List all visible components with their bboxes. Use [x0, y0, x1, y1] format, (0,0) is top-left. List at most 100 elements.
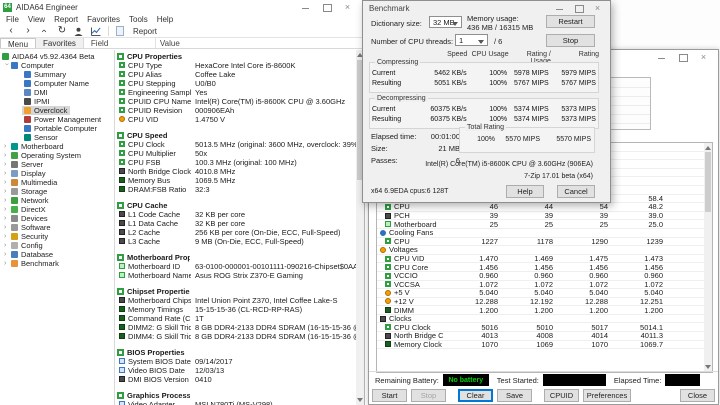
minimize-icon[interactable] — [657, 53, 666, 62]
tree-item-operating-system[interactable]: › Operating System — [0, 151, 114, 160]
scroll-down-icon[interactable] — [705, 365, 711, 369]
tab-favorites[interactable]: Favorites — [36, 38, 83, 48]
sensor-scrollbar[interactable] — [704, 143, 712, 372]
tree-item-multimedia[interactable]: › Multimedia — [0, 178, 114, 187]
expander-icon[interactable]: › — [4, 151, 9, 160]
expander-icon[interactable]: › — [2, 63, 11, 68]
tree-item-security[interactable]: › Security — [0, 232, 114, 241]
back-icon[interactable]: ‹ — [6, 26, 16, 36]
cpuid-button[interactable]: CPUID — [544, 389, 579, 402]
forward-icon[interactable]: › — [23, 26, 33, 36]
tree-root[interactable]: AIDA64 v5.92.4364 Beta — [0, 52, 114, 61]
grid-row[interactable]: Video BIOS Date 12/03/13 — [115, 366, 364, 375]
grid-row[interactable]: Command Rate (CR) 1T — [115, 314, 364, 323]
tree-item-motherboard[interactable]: › Motherboard — [0, 142, 114, 151]
tree-item-portable-computer[interactable]: Portable Computer — [0, 124, 114, 133]
save-button[interactable]: Save — [497, 389, 532, 402]
menu-file[interactable]: File — [6, 15, 19, 24]
grid-row[interactable]: CPU Multiplier 50x — [115, 149, 364, 158]
expander-icon[interactable]: › — [4, 259, 9, 268]
expander-icon[interactable]: › — [4, 214, 9, 223]
grid-row[interactable]: L1 Data Cache 32 KB per core — [115, 219, 364, 228]
menu-view[interactable]: View — [28, 15, 45, 24]
grid-row[interactable]: L2 Cache 256 KB per core (On-Die, ECC, Fu… — [115, 228, 364, 237]
close-icon[interactable] — [343, 3, 352, 12]
tree-item-power-management[interactable]: Power Management — [0, 115, 114, 124]
preferences-button[interactable]: Preferences — [583, 389, 631, 402]
tree-item-directx[interactable]: › DirectX — [0, 205, 114, 214]
grid-row[interactable]: Motherboard Chipset Intel Union Point Z37… — [115, 296, 364, 305]
stop-button[interactable]: Stop — [411, 389, 446, 402]
tree-item-overclock[interactable]: Overclock — [0, 106, 114, 115]
grid-row[interactable]: Memory Bus 1069.5 MHz — [115, 176, 364, 185]
minimize-icon[interactable] — [555, 4, 564, 13]
close-icon[interactable] — [699, 53, 708, 62]
main-titlebar[interactable]: 64 AIDA64 Engineer — [0, 0, 364, 14]
tree-item-server[interactable]: › Server — [0, 160, 114, 169]
stop-button[interactable]: Stop — [546, 34, 595, 47]
menu-help[interactable]: Help — [157, 15, 173, 24]
minimize-icon[interactable] — [301, 3, 310, 12]
up-icon[interactable]: › — [39, 26, 50, 36]
help-button[interactable]: Help — [506, 185, 544, 198]
grid-row[interactable]: CPU Alias Coffee Lake — [115, 70, 364, 79]
expander-icon[interactable]: › — [4, 187, 9, 196]
tree-item-sensor[interactable]: Sensor — [0, 133, 114, 142]
tree-item-devices[interactable]: › Devices — [0, 214, 114, 223]
tree-item-display[interactable]: › Display — [0, 169, 114, 178]
tree-item-summary[interactable]: Summary — [0, 70, 114, 79]
benchmark-titlebar[interactable]: Benchmark — [363, 1, 610, 15]
expander-icon[interactable]: › — [4, 178, 9, 187]
grid-row[interactable]: CPUID Revision 000906EAh — [115, 106, 364, 115]
grid-row[interactable]: CPU Clock 5013.5 MHz (original: 3600 MHz,… — [115, 140, 364, 149]
restart-button[interactable]: Restart — [546, 15, 595, 28]
tree-item-ipmi[interactable]: IPMI — [0, 97, 114, 106]
menu-tools[interactable]: Tools — [129, 15, 148, 24]
value-column-header[interactable]: Value — [156, 38, 180, 48]
tree-item-computer-name[interactable]: Computer Name — [0, 79, 114, 88]
grid-row[interactable]: DMI BIOS Version 0410 — [115, 375, 364, 384]
field-column-header[interactable]: Field — [84, 38, 156, 48]
user-icon[interactable] — [74, 27, 84, 36]
expander-icon[interactable]: › — [4, 232, 9, 241]
expander-icon[interactable]: › — [4, 169, 9, 178]
refresh-icon[interactable]: ↻ — [57, 26, 67, 36]
grid-row[interactable]: DRAM:FSB Ratio 32:3 — [115, 185, 364, 194]
menu-favorites[interactable]: Favorites — [87, 15, 120, 24]
expander-icon[interactable]: › — [4, 223, 9, 232]
grid-row[interactable]: CPU Type HexaCore Intel Core i5-8600K — [115, 61, 364, 70]
grid-row[interactable]: DIMM2: G Skill TridentZ F4-3... 8 GB DDR4… — [115, 323, 364, 332]
expander-icon[interactable]: › — [4, 205, 9, 214]
grid-row[interactable]: DIMM4: G Skill TridentZ F4-3... 8 GB DDR4… — [115, 332, 364, 341]
sensor-row[interactable]: Memory Clock 1070 1069 1070 1069.7 — [377, 340, 712, 350]
expander-icon[interactable]: › — [4, 142, 9, 151]
close-icon[interactable] — [593, 4, 602, 13]
scroll-thumb[interactable] — [705, 152, 711, 212]
tree-item-database[interactable]: › Database — [0, 250, 114, 259]
grid-row[interactable]: Memory Timings 15-15-15-36 (CL-RCD-RP-RAS… — [115, 305, 364, 314]
grid-row[interactable]: Engineering Sample Yes — [115, 88, 364, 97]
expander-icon[interactable]: › — [4, 196, 9, 205]
tree-item-config[interactable]: › Config — [0, 241, 114, 250]
grid-row[interactable]: System BIOS Date 09/14/2017 — [115, 357, 364, 366]
expander-icon[interactable]: › — [4, 250, 9, 259]
maximize-icon[interactable] — [322, 3, 332, 12]
grid-row[interactable]: Motherboard Name Asus ROG Strix Z370-E Ga… — [115, 271, 364, 280]
close-button[interactable]: Close — [680, 389, 715, 402]
grid-row[interactable]: CPU Stepping U0/B0 — [115, 79, 364, 88]
grid-row[interactable]: Video Adapter MSI N780Ti (MS-V298) — [115, 400, 364, 405]
scroll-up-icon[interactable] — [705, 146, 711, 150]
dictionary-size-select[interactable]: 32 MB — [429, 16, 462, 28]
tab-menu[interactable]: Menu — [0, 38, 37, 49]
grid-row[interactable]: CPU FSB 100.3 MHz (original: 100 MHz) — [115, 158, 364, 167]
tree-item-computer[interactable]: › Computer — [0, 61, 114, 70]
expander-icon[interactable]: › — [4, 241, 9, 250]
tree-item-storage[interactable]: › Storage — [0, 187, 114, 196]
menu-report[interactable]: Report — [54, 15, 78, 24]
chart-icon[interactable] — [91, 26, 101, 36]
tree-item-network[interactable]: › Network — [0, 196, 114, 205]
maximize-icon[interactable] — [678, 53, 688, 62]
grid-row[interactable]: North Bridge Clock 4010.8 MHz — [115, 167, 364, 176]
report-button[interactable]: Report — [133, 27, 157, 36]
grid-row[interactable]: Motherboard ID 63-0100-000001-00101111-09… — [115, 262, 364, 271]
